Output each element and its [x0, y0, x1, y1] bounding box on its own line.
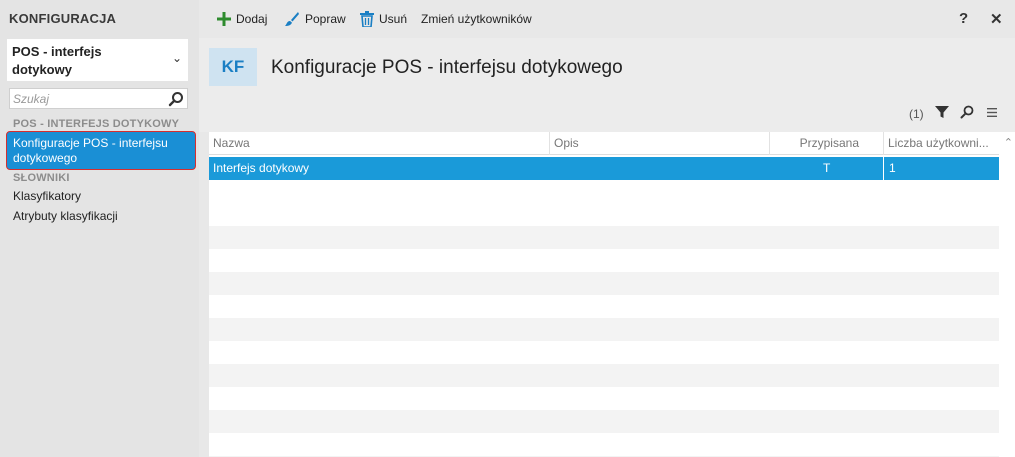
data-grid: Nazwa Opis Przypisana Liczba użytkowni..… — [209, 132, 1015, 457]
search-icon[interactable] — [168, 91, 184, 107]
sidebar-item-label: Konfiguracje POS - interfejsu dotykowego — [13, 136, 168, 165]
delete-button-label: Usuń — [379, 12, 408, 26]
filter-icon[interactable] — [935, 105, 949, 119]
page-title: Konfiguracje POS - interfejsu dotykowego — [271, 57, 623, 78]
column-header-nazwa[interactable]: Nazwa — [209, 132, 549, 155]
group-label-pos: POS - INTERFEJS DOTYKOWY — [13, 118, 180, 130]
sidebar-item-klasyfikatory[interactable]: Klasyfikatory — [13, 189, 81, 203]
help-button[interactable]: ? — [959, 10, 968, 27]
change-users-label: Zmień użytkowników — [421, 12, 532, 26]
empty-row — [209, 364, 999, 387]
table-header: Nazwa Opis Przypisana Liczba użytkowni..… — [209, 132, 999, 155]
table-row[interactable]: Interfejs dotykowy T 1 — [209, 157, 999, 180]
toolbar: Dodaj Popraw Usuń Zmień użytkowników ? ✕ — [199, 0, 1015, 38]
empty-row — [209, 410, 999, 433]
module-select[interactable]: POS - interfejs dotykowy ⌄ — [7, 39, 188, 81]
trash-icon — [360, 11, 374, 27]
scroll-up-icon[interactable]: ⌃ — [1004, 136, 1013, 149]
sidebar: KONFIGURACJA POS - interfejs dotykowy ⌄ … — [0, 0, 199, 457]
search-box[interactable] — [9, 88, 188, 109]
record-count: (1) — [909, 107, 924, 121]
sidebar-item-konfiguracje-pos[interactable]: Konfiguracje POS - interfejsu dotykowego — [6, 131, 196, 170]
brush-icon — [285, 12, 299, 26]
search-icon[interactable] — [960, 105, 974, 119]
menu-icon[interactable] — [987, 108, 997, 117]
sidebar-title: KONFIGURACJA — [9, 11, 117, 26]
empty-row — [209, 226, 999, 249]
close-button[interactable]: ✕ — [990, 10, 1003, 28]
add-button-label: Dodaj — [236, 12, 268, 26]
cell-przypisana: T — [823, 161, 831, 175]
edit-button-label: Popraw — [305, 12, 346, 26]
column-header-przypisana[interactable]: Przypisana — [769, 132, 883, 155]
cell-nazwa: Interfejs dotykowy — [213, 161, 310, 175]
group-label-slowniki: SŁOWNIKI — [13, 172, 70, 184]
edit-button[interactable]: Popraw — [284, 9, 346, 29]
empty-row — [209, 318, 999, 341]
change-users-button[interactable]: Zmień użytkowników — [421, 9, 532, 29]
add-button[interactable]: Dodaj — [217, 9, 267, 29]
column-header-liczba[interactable]: Liczba użytkowni... — [883, 132, 999, 155]
column-header-opis[interactable]: Opis — [549, 132, 769, 155]
empty-row — [209, 272, 999, 295]
delete-button[interactable]: Usuń — [360, 9, 407, 29]
sidebar-item-atrybuty[interactable]: Atrybuty klasyfikacji — [13, 209, 118, 223]
page-header: KF Konfiguracje POS - interfejsu dotykow… — [199, 38, 1015, 132]
module-badge: KF — [209, 48, 257, 86]
chevron-down-icon: ⌄ — [171, 51, 182, 65]
module-select-value: POS - interfejs dotykowy — [12, 44, 102, 77]
search-input[interactable] — [13, 90, 163, 107]
cell-liczba: 1 — [883, 157, 896, 180]
plus-icon — [217, 12, 231, 26]
